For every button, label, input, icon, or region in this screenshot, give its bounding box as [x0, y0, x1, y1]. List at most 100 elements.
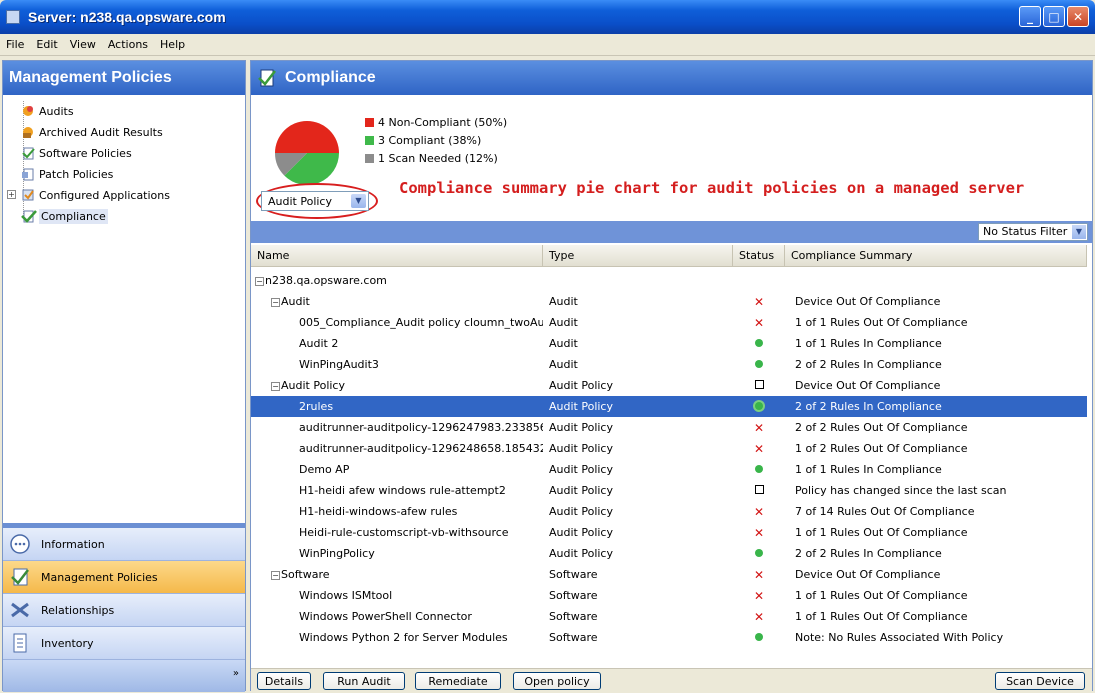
table-row[interactable]: − n238.qa.opsware.com: [251, 270, 1087, 291]
chevron-down-icon[interactable]: ▼: [351, 194, 366, 208]
tree-item-archived-audit-results[interactable]: Archived Audit Results: [11, 122, 245, 143]
table-row[interactable]: − Software Software ✕ Device Out Of Complian…: [251, 564, 1087, 585]
table-row[interactable]: 005_Compliance_Audit policy cloumn_twoAu…: [251, 312, 1087, 333]
management-policies-icon: [9, 566, 31, 588]
menu-edit[interactable]: Edit: [36, 38, 57, 51]
tree-item-label: Archived Audit Results: [39, 126, 163, 139]
menu-help[interactable]: Help: [160, 38, 185, 51]
table-row[interactable]: Windows PowerShell Connector Software ✕ 1 o…: [251, 606, 1087, 627]
cell-compliance-summary: 2 of 2 Rules In Compliance: [795, 358, 942, 371]
non-compliant-icon: ✕: [753, 441, 765, 456]
tree-item-compliance[interactable]: Compliance: [11, 206, 245, 227]
annotation-caption: Compliance summary pie chart for audit p…: [399, 179, 1025, 197]
tree-item-label: Configured Applications: [39, 189, 170, 202]
column-header-status[interactable]: Status: [733, 245, 785, 266]
tree-item-configured-applications[interactable]: + Configured Applications: [7, 185, 245, 206]
row-name: auditrunner-auditpolicy-1296247983.23385…: [299, 421, 543, 434]
collapse-icon[interactable]: −: [255, 276, 264, 286]
details-button[interactable]: Details: [257, 672, 311, 690]
row-name: 005_Compliance_Audit policy cloumn_twoAu…: [299, 316, 543, 329]
pie-slice-non-compliant: [275, 121, 339, 153]
nav-buttons: Information Management Policies Relation…: [3, 528, 245, 692]
table-row[interactable]: − Audit Policy Audit Policy Device Out Of C…: [251, 375, 1087, 396]
cell-type: Audit Policy: [549, 421, 613, 434]
nav-label: Relationships: [41, 603, 115, 617]
table-row[interactable]: auditrunner-auditpolicy-1296247983.23385…: [251, 417, 1087, 438]
column-header-type[interactable]: Type: [543, 245, 733, 266]
table-row[interactable]: Windows ISMtool Software ✕ 1 of 1 Rules Out…: [251, 585, 1087, 606]
cell-type: Audit: [549, 337, 578, 350]
cell-name: Heidi-rule-customscript-vb-withsource: [251, 526, 543, 539]
relationships-icon: [9, 599, 31, 621]
cell-name: auditrunner-auditpolicy-1296247983.23385…: [251, 421, 543, 434]
maximize-button[interactable]: □: [1043, 6, 1065, 27]
row-name: 2rules: [299, 400, 334, 413]
nav-inventory[interactable]: Inventory: [3, 627, 245, 660]
collapse-icon[interactable]: −: [271, 570, 280, 580]
row-name: Demo AP: [299, 463, 350, 476]
tree-item-software-policies[interactable]: Software Policies: [11, 143, 245, 164]
table-row[interactable]: WinPingPolicy Audit Policy 2 of 2 Rules In…: [251, 543, 1087, 564]
tree-item-audits[interactable]: Audits: [11, 101, 245, 122]
cell-status: [733, 358, 785, 371]
table-row[interactable]: Heidi-rule-customscript-vb-withsource Aud…: [251, 522, 1087, 543]
column-header-name[interactable]: Name: [251, 245, 543, 266]
table-row[interactable]: WinPingAudit3 Audit 2 of 2 Rules In Compli…: [251, 354, 1087, 375]
table-row[interactable]: H1-heidi-windows-afew rules Audit Policy ✕…: [251, 501, 1087, 522]
cell-status: ✕: [733, 421, 785, 435]
nav-relationships[interactable]: Relationships: [3, 594, 245, 627]
cell-type: Audit Policy: [549, 442, 613, 455]
chevron-down-icon[interactable]: ▼: [1072, 225, 1086, 239]
cell-type: Audit: [549, 316, 578, 329]
scan-device-button[interactable]: Scan Device: [995, 672, 1085, 690]
cell-status: ✕: [733, 316, 785, 330]
table-row[interactable]: auditrunner-auditpolicy-1296248658.18543…: [251, 438, 1087, 459]
open-policy-button[interactable]: Open policy: [513, 672, 601, 690]
legend-swatch: [365, 117, 374, 127]
nav-label: Inventory: [41, 636, 94, 650]
table-header: Name Type Status Compliance Summary: [251, 245, 1087, 267]
nav-more-chevron-icon[interactable]: »: [233, 668, 239, 679]
nav-management-policies[interactable]: Management Policies: [3, 561, 245, 594]
collapse-icon[interactable]: −: [271, 381, 280, 391]
cell-compliance-summary: 2 of 2 Rules In Compliance: [795, 400, 942, 413]
minimize-button[interactable]: _: [1019, 6, 1041, 27]
window-title: Server: n238.qa.opsware.com: [28, 9, 226, 25]
table-row[interactable]: 2rules Audit Policy 2 of 2 Rules In Compli…: [251, 396, 1087, 417]
compliant-icon: [755, 402, 763, 410]
filter-bar: No Status Filter ▼: [251, 221, 1092, 243]
policy-type-dropdown[interactable]: Audit Policy ▼: [261, 191, 369, 211]
cell-compliance-summary: 1 of 1 Rules In Compliance: [795, 463, 942, 476]
cell-status: ✕: [733, 589, 785, 603]
non-compliant-icon: ✕: [753, 420, 765, 435]
column-header-summary[interactable]: Compliance Summary: [785, 245, 1087, 266]
tree-item-patch-policies[interactable]: Patch Policies: [11, 164, 245, 185]
legend-item-scan-needed: 1 Scan Needed (12%): [365, 149, 507, 167]
menu-file[interactable]: File: [6, 38, 24, 51]
expand-icon[interactable]: +: [7, 190, 16, 199]
remediate-button[interactable]: Remediate: [415, 672, 501, 690]
cell-status: [733, 547, 785, 560]
compliance-header-icon: [257, 68, 277, 88]
non-compliant-icon: ✕: [753, 609, 765, 624]
table-row[interactable]: − Audit Audit ✕ Device Out Of Compliance: [251, 291, 1087, 312]
status-filter-dropdown[interactable]: No Status Filter ▼: [978, 223, 1088, 241]
table-row[interactable]: Demo AP Audit Policy 1 of 1 Rules In Compl…: [251, 459, 1087, 480]
table-row[interactable]: Windows Python 2 for Server Modules Softw…: [251, 627, 1087, 648]
scan-needed-icon: [754, 485, 764, 494]
collapse-icon[interactable]: −: [271, 297, 280, 307]
nav-information[interactable]: Information: [3, 528, 245, 561]
cell-name: Demo AP: [251, 463, 543, 476]
menu-view[interactable]: View: [70, 38, 96, 51]
cell-compliance-summary: 2 of 2 Rules Out Of Compliance: [795, 421, 968, 434]
run-audit-button[interactable]: Run Audit: [323, 672, 405, 690]
close-button[interactable]: ✕: [1067, 6, 1089, 27]
table-row[interactable]: H1-heidi afew windows rule-attempt2 Audit…: [251, 480, 1087, 501]
cell-name: − n238.qa.opsware.com: [251, 274, 543, 287]
row-name: Windows PowerShell Connector: [299, 610, 472, 623]
table-row[interactable]: Audit 2 Audit 1 of 1 Rules In Compliance: [251, 333, 1087, 354]
nav-label: Information: [41, 537, 105, 551]
cell-status: ✕: [733, 610, 785, 624]
compliance-summary: 4 Non-Compliant (50%) 3 Compliant (38%) …: [251, 95, 1092, 223]
menu-actions[interactable]: Actions: [108, 38, 148, 51]
